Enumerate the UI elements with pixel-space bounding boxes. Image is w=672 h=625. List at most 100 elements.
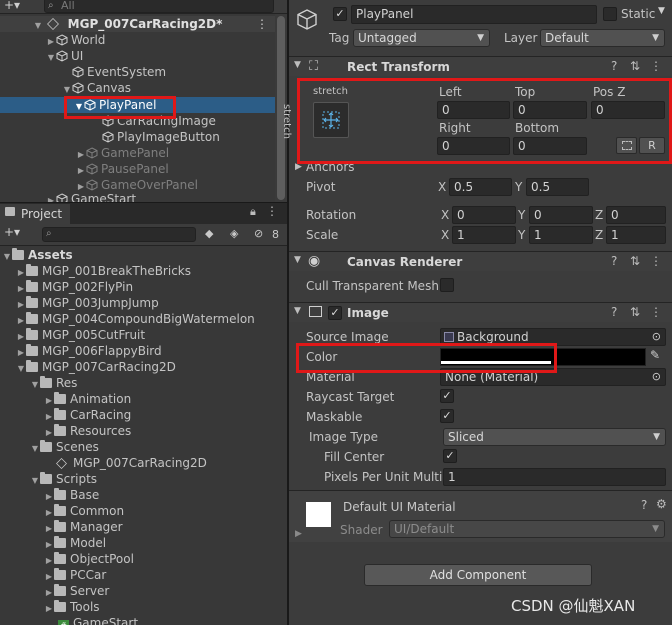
tree-item-playimagebutton[interactable]: PlayImageButton	[102, 129, 220, 145]
static-checkbox[interactable]	[603, 7, 617, 21]
tree-item-gameoverpanel[interactable]: ▶ GameOverPanel	[76, 177, 198, 193]
folder-base[interactable]: ▶ Base	[44, 487, 99, 503]
tag-dropdown[interactable]: Untagged ▼	[353, 29, 490, 47]
anchors-label[interactable]: Anchors	[306, 160, 355, 174]
ppu-field[interactable]: 1	[443, 468, 666, 486]
rotation-z-field[interactable]: 0	[606, 206, 666, 224]
folder-scenes[interactable]: ▼ Scenes	[30, 439, 99, 455]
presets-icon[interactable]: ⇅	[630, 254, 640, 268]
collapse-arrow-icon[interactable]: ▼	[294, 60, 301, 70]
project-add-button[interactable]: +▾	[4, 225, 20, 239]
folder-manager[interactable]: ▶ Manager	[44, 519, 123, 535]
add-component-button[interactable]: Add Component	[364, 564, 592, 586]
layer-dropdown[interactable]: Default ▼	[540, 29, 665, 47]
expand-arrow-icon[interactable]: ▶	[46, 194, 56, 202]
fill-center-checkbox[interactable]: ✓	[443, 449, 457, 463]
image-enabled-checkbox[interactable]: ✓	[328, 306, 342, 320]
expand-arrow-icon[interactable]: ▶	[295, 162, 302, 172]
folder-animation[interactable]: ▶ Animation	[44, 391, 131, 407]
label-filter-icon[interactable]: ◈	[230, 227, 238, 240]
left-field[interactable]: 0	[437, 101, 510, 119]
image-type-dropdown[interactable]: Sliced ▼	[443, 428, 666, 446]
raw-edit-button[interactable]: R	[639, 137, 665, 154]
folder-mgp-001[interactable]: ▶ MGP_001BreakTheBricks	[16, 263, 191, 279]
blueprint-mode-button[interactable]	[616, 137, 637, 154]
script-gamestart[interactable]: # GameStart	[58, 615, 138, 625]
scene-asset[interactable]: MGP_007CarRacing2D	[56, 455, 207, 471]
tree-item-gamestart[interactable]: ▶ GameStart	[46, 192, 136, 202]
presets-icon[interactable]: ⇅	[630, 59, 640, 73]
settings-gear-icon[interactable]: ⚙	[656, 497, 667, 511]
tree-item-carracingimage[interactable]: CarRacingImage	[102, 113, 216, 129]
help-icon[interactable]: ?	[641, 498, 647, 512]
more-options-icon[interactable]: ⋮	[650, 59, 662, 73]
hierarchy-add-button[interactable]: +▾	[4, 0, 20, 12]
presets-icon[interactable]: ⇅	[630, 305, 640, 319]
help-icon[interactable]: ?	[611, 254, 617, 268]
tree-item-ui[interactable]: ▼ UI	[46, 48, 83, 64]
posz-field[interactable]: 0	[591, 101, 665, 119]
rotation-x-field[interactable]: 0	[452, 206, 516, 224]
canvas-renderer-header[interactable]: ▼ ◉ Canvas Renderer ? ⇅ ⋮	[289, 251, 672, 271]
tree-item-canvas[interactable]: ▼ Canvas	[62, 80, 131, 96]
active-checkbox[interactable]: ✓	[333, 7, 347, 21]
help-icon[interactable]: ?	[611, 59, 617, 73]
filter-type-icon[interactable]: ◆	[205, 227, 213, 240]
folder-mgp-002[interactable]: ▶ MGP_002FlyPin	[16, 279, 133, 295]
project-search-input[interactable]: ⌕	[42, 227, 196, 242]
folder-server[interactable]: ▶ Server	[44, 583, 109, 599]
color-field[interactable]	[440, 348, 646, 366]
collapse-arrow-icon[interactable]: ▼	[294, 255, 301, 265]
eyedropper-icon[interactable]: ✎	[650, 348, 660, 362]
collapse-arrow-icon[interactable]: ▼	[33, 18, 43, 34]
tree-item-playpanel[interactable]: ▼ PlayPanel	[0, 97, 275, 113]
folder-common[interactable]: ▶ Common	[44, 503, 124, 519]
tab-project[interactable]: Project	[0, 204, 70, 225]
folder-tools[interactable]: ▶ Tools	[44, 599, 100, 615]
bottom-field[interactable]: 0	[513, 137, 587, 155]
folder-mgp-006[interactable]: ▶ MGP_006FlappyBird	[16, 343, 162, 359]
top-field[interactable]: 0	[513, 101, 587, 119]
help-icon[interactable]: ?	[611, 305, 617, 319]
more-options-icon[interactable]: ⋮	[266, 204, 278, 218]
more-options-icon[interactable]: ⋮	[650, 305, 662, 319]
folder-assets[interactable]: ▼ Assets	[2, 247, 73, 263]
source-image-field[interactable]: Background ⊙	[440, 328, 666, 346]
image-header[interactable]: ▼ ✓ Image ? ⇅ ⋮	[289, 302, 672, 322]
scale-x-field[interactable]: 1	[452, 226, 516, 244]
folder-res[interactable]: ▼ Res	[30, 375, 77, 391]
more-options-icon[interactable]: ⋮	[256, 16, 268, 32]
folder-mgp-007[interactable]: ▼ MGP_007CarRacing2D	[16, 359, 176, 375]
folder-mgp-005[interactable]: ▶ MGP_005CutFruit	[16, 327, 145, 343]
chevron-down-icon[interactable]: ▼	[658, 6, 665, 16]
right-field[interactable]: 0	[437, 137, 510, 155]
folder-pccar[interactable]: ▶ PCCar	[44, 567, 106, 583]
expand-arrow-icon[interactable]: ▶	[295, 529, 302, 539]
collapse-arrow-icon[interactable]: ▼	[62, 82, 72, 98]
folder-carracing[interactable]: ▶ CarRacing	[44, 407, 131, 423]
raycast-checkbox[interactable]: ✓	[440, 389, 454, 403]
tree-item-pausepanel[interactable]: ▶ PausePanel	[76, 161, 169, 177]
object-picker-icon[interactable]: ⊙	[652, 369, 661, 385]
folder-mgp-004[interactable]: ▶ MGP_004CompoundBigWatermelon	[16, 311, 255, 327]
object-picker-icon[interactable]: ⊙	[652, 329, 661, 345]
hierarchy-search-input[interactable]: ⌕ All	[44, 0, 274, 13]
folder-scripts[interactable]: ▼ Scripts	[30, 471, 97, 487]
scale-z-field[interactable]: 1	[606, 226, 666, 244]
tree-item-gamepanel[interactable]: ▶ GamePanel	[76, 145, 169, 161]
collapse-arrow-icon[interactable]: ▼	[294, 306, 301, 316]
pivot-x-field[interactable]: 0.5	[449, 178, 512, 196]
shader-dropdown[interactable]: UI/Default ▼	[389, 520, 665, 538]
maskable-checkbox[interactable]: ✓	[440, 409, 454, 423]
tree-item-world[interactable]: ▶ World	[46, 32, 105, 48]
scale-y-field[interactable]: 1	[529, 226, 593, 244]
anchor-preset-button[interactable]	[313, 102, 349, 138]
lock-icon[interactable]: 🔒︎	[250, 205, 256, 219]
collapse-arrow-icon[interactable]: ▼	[74, 99, 84, 115]
folder-mgp-003[interactable]: ▶ MGP_003JumpJump	[16, 295, 159, 311]
folder-model[interactable]: ▶ Model	[44, 535, 106, 551]
rect-transform-header[interactable]: ▼ ⛶ Rect Transform ? ⇅ ⋮	[289, 56, 672, 76]
material-field[interactable]: None (Material) ⊙	[440, 368, 666, 386]
pivot-y-field[interactable]: 0.5	[526, 178, 589, 196]
rotation-y-field[interactable]: 0	[529, 206, 593, 224]
